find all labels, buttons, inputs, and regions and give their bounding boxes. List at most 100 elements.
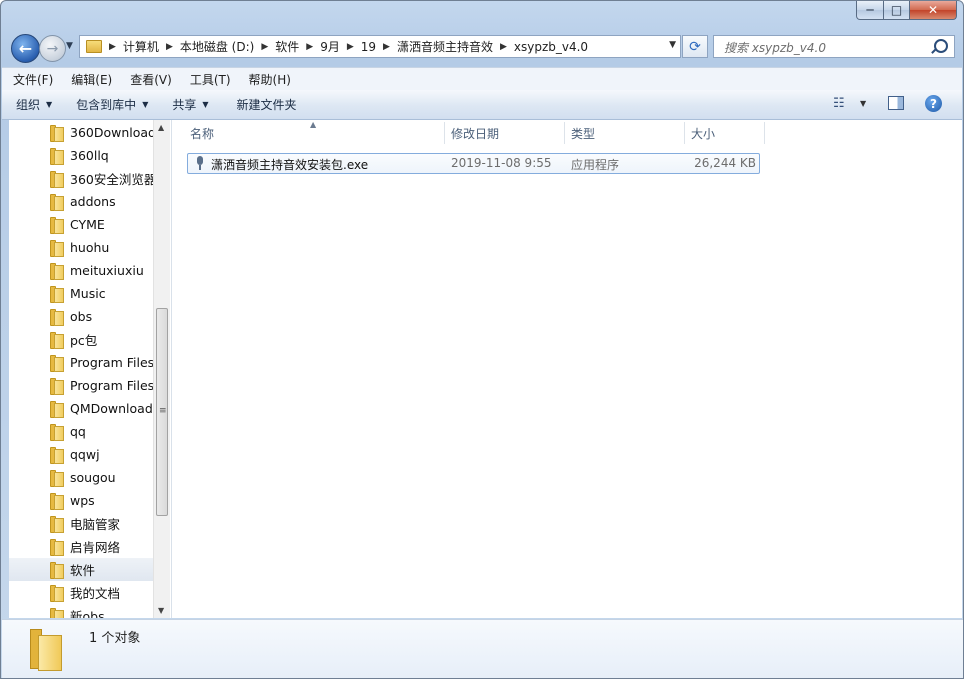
- column-header-name[interactable]: 名称: [183, 120, 444, 146]
- view-options-dropdown-icon[interactable]: ▼: [860, 99, 866, 108]
- search-input[interactable]: [722, 38, 926, 57]
- change-view-icon[interactable]: ☷: [833, 96, 845, 111]
- chevron-down-icon: ▼: [46, 100, 53, 109]
- tree-item-label: 360Downloads: [70, 125, 163, 140]
- share-button[interactable]: 共享 ▼: [172, 96, 208, 113]
- breadcrumb-19[interactable]: 19: [361, 40, 376, 54]
- breadcrumb-separator[interactable]: ▶: [500, 42, 507, 52]
- close-button[interactable]: ✕: [909, 1, 957, 20]
- tree-item-label: qq: [70, 424, 86, 439]
- breadcrumb-separator[interactable]: ▶: [347, 42, 354, 52]
- folder-icon: [49, 239, 64, 257]
- menu-help[interactable]: 帮助(H): [238, 71, 298, 88]
- scrollbar-thumb[interactable]: ≡: [156, 308, 168, 516]
- tree-item[interactable]: 新obs: [9, 604, 154, 618]
- search-box[interactable]: [713, 35, 955, 58]
- file-size: 26,244 KB: [694, 156, 756, 170]
- tree-item-label: 软件: [70, 563, 96, 578]
- tree-item[interactable]: 360Downloads: [9, 121, 163, 144]
- organize-label: 组织: [16, 98, 41, 112]
- breadcrumb-separator[interactable]: ▶: [306, 42, 313, 52]
- column-header-modified[interactable]: 修改日期: [444, 120, 564, 146]
- tree-item[interactable]: wps: [9, 489, 154, 512]
- breadcrumb-audio-folder[interactable]: 潇洒音频主持音效: [397, 38, 493, 55]
- breadcrumb-software[interactable]: 软件: [275, 38, 299, 55]
- search-icon[interactable]: [934, 39, 948, 53]
- folder-icon: [49, 538, 64, 556]
- tree-item[interactable]: sougou: [9, 466, 154, 489]
- breadcrumb-separator[interactable]: ▶: [261, 42, 268, 52]
- address-bar[interactable]: ▶ 计算机 ▶ 本地磁盘 (D:) ▶ 软件 ▶ 9月 ▶ 19 ▶ 潇洒音频主…: [79, 35, 681, 58]
- tree-item[interactable]: 启肯网络: [9, 535, 154, 558]
- tree-item[interactable]: Music: [9, 282, 154, 305]
- tree-item-label: addons: [70, 194, 116, 209]
- tree-item-label: Music: [70, 286, 106, 301]
- explorer-window: ─ □ ✕ ← → ▼ ▶ 计算机 ▶ 本地磁盘 (D:) ▶ 软件 ▶ 9月 …: [0, 0, 964, 679]
- folder-icon: [49, 561, 64, 579]
- recent-pages-dropdown[interactable]: ▼: [66, 41, 73, 51]
- back-button[interactable]: ←: [11, 34, 40, 63]
- folder-icon: [49, 354, 64, 372]
- folder-icon: [49, 170, 64, 188]
- tree-item[interactable]: 360llq: [9, 144, 154, 167]
- column-header-type[interactable]: 类型: [564, 120, 684, 146]
- include-in-library-button[interactable]: 包含到库中 ▼: [76, 96, 148, 113]
- breadcrumb-current[interactable]: xsypzb_v4.0: [514, 40, 588, 54]
- tree-item-label: Program Files: [70, 378, 155, 393]
- tree-item[interactable]: qqwj: [9, 443, 154, 466]
- breadcrumb: ▶ 计算机 ▶ 本地磁盘 (D:) ▶ 软件 ▶ 9月 ▶ 19 ▶ 潇洒音频主…: [102, 38, 588, 55]
- include-in-library-label: 包含到库中: [76, 98, 137, 112]
- menu-edit[interactable]: 编辑(E): [60, 71, 119, 88]
- title-bar: ─ □ ✕: [1, 1, 963, 31]
- help-icon[interactable]: ?: [925, 95, 942, 112]
- tree-item[interactable]: Program Files: [9, 351, 154, 374]
- tree-item[interactable]: obs: [9, 305, 154, 328]
- breadcrumb-drive-d[interactable]: 本地磁盘 (D:): [180, 38, 254, 55]
- folder-icon: [30, 627, 64, 671]
- menu-file[interactable]: 文件(F): [2, 71, 60, 88]
- tree-item-label: wps: [70, 493, 95, 508]
- breadcrumb-separator[interactable]: ▶: [109, 42, 116, 52]
- scroll-up-arrow-icon[interactable]: ▲: [158, 123, 164, 132]
- breadcrumb-separator[interactable]: ▶: [166, 42, 173, 52]
- tree-item[interactable]: meituxiuxiu: [9, 259, 154, 282]
- chevron-down-icon: ▼: [202, 100, 209, 109]
- tree-item[interactable]: Program Files: [9, 374, 154, 397]
- breadcrumb-september[interactable]: 9月: [320, 38, 340, 55]
- preview-pane-icon[interactable]: [888, 96, 904, 110]
- tree-item[interactable]: CYME: [9, 213, 154, 236]
- breadcrumb-separator[interactable]: ▶: [383, 42, 390, 52]
- tree-item[interactable]: huohu: [9, 236, 154, 259]
- column-divider[interactable]: [764, 122, 765, 144]
- menu-tools[interactable]: 工具(T): [179, 71, 238, 88]
- folder-icon: [49, 216, 64, 234]
- tree-item[interactable]: addons: [9, 190, 154, 213]
- tree-item[interactable]: qq: [9, 420, 154, 443]
- file-row[interactable]: 潇洒音频主持音效安装包.exe 2019-11-08 9:55 应用程序 26,…: [187, 153, 760, 174]
- tree-item[interactable]: QMDownload: [9, 397, 154, 420]
- menu-view[interactable]: 查看(V): [119, 71, 179, 88]
- tree-item[interactable]: 电脑管家: [9, 512, 154, 535]
- new-folder-button[interactable]: 新建文件夹: [237, 96, 297, 113]
- column-header-size[interactable]: 大小: [684, 120, 764, 146]
- tree-item[interactable]: 360安全浏览器: [9, 167, 156, 190]
- organize-button[interactable]: 组织 ▼: [16, 96, 52, 113]
- address-dropdown-icon[interactable]: ▼: [669, 40, 676, 50]
- tree-item[interactable]: pc包: [9, 328, 154, 351]
- tree-item-selected[interactable]: 软件: [9, 558, 154, 581]
- scroll-down-arrow-icon[interactable]: ▼: [158, 606, 164, 615]
- microphone-app-icon: [195, 156, 205, 170]
- tree-item-label: 电脑管家: [70, 517, 121, 532]
- share-label: 共享: [172, 98, 197, 112]
- nav-pane-scrollbar[interactable]: ▲ ≡ ▼: [153, 120, 170, 618]
- breadcrumb-computer[interactable]: 计算机: [123, 38, 159, 55]
- maximize-button[interactable]: □: [883, 1, 910, 20]
- chevron-down-icon: ▼: [142, 100, 149, 109]
- column-header-label: 类型: [571, 126, 596, 141]
- tree-item[interactable]: 我的文档: [9, 581, 154, 604]
- folder-icon: [49, 446, 64, 464]
- folder-icon: [49, 423, 64, 441]
- forward-button[interactable]: →: [39, 35, 66, 62]
- refresh-button[interactable]: ⟳: [682, 35, 708, 58]
- minimize-button[interactable]: ─: [856, 1, 884, 20]
